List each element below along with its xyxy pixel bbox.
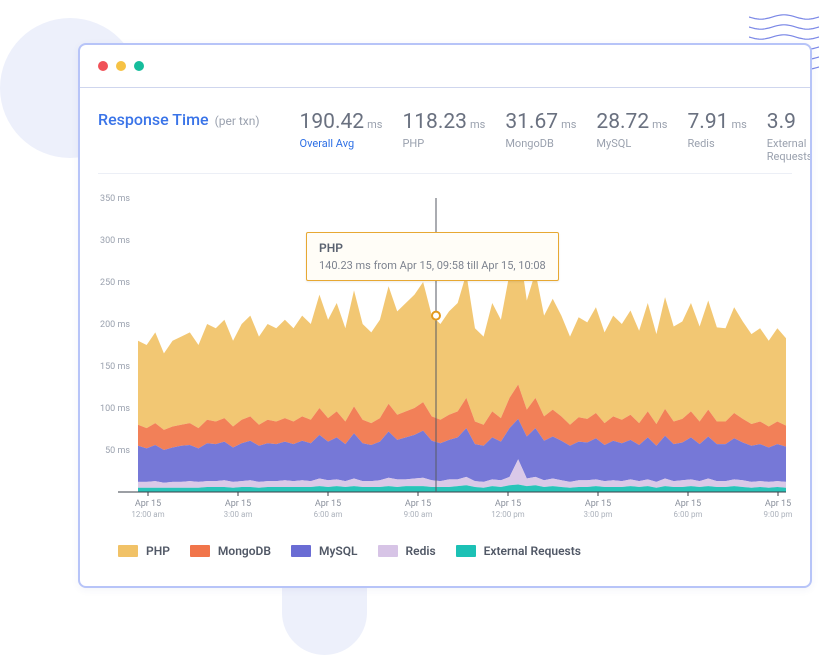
legend-label: External Requests: [484, 544, 581, 558]
stat-unit: ms: [652, 118, 667, 131]
svg-text:50 ms: 50 ms: [105, 446, 130, 456]
svg-text:250 ms: 250 ms: [100, 278, 130, 288]
stat-php: 118.23ms PHP: [402, 110, 485, 163]
svg-text:12:00 pm: 12:00 pm: [491, 510, 524, 519]
svg-text:Apr 15: Apr 15: [585, 499, 611, 509]
svg-text:Apr 15: Apr 15: [765, 499, 791, 509]
legend-item-mongodb[interactable]: MongoDB: [190, 544, 271, 558]
stat-external-requests: 3.9 External Requests: [767, 110, 812, 163]
svg-text:6:00 am: 6:00 am: [314, 510, 343, 519]
stat-label: Redis: [687, 137, 746, 150]
svg-text:12:00 am: 12:00 am: [131, 510, 164, 519]
stat-value: 28.72: [596, 110, 649, 134]
svg-text:3:00 am: 3:00 am: [224, 510, 253, 519]
legend-label: Redis: [406, 544, 436, 558]
stat-value: 3.9: [767, 110, 796, 134]
page-title: Response Time: [98, 110, 209, 129]
legend-swatch: [291, 545, 311, 557]
legend-item-php[interactable]: PHP: [118, 544, 170, 558]
legend-label: MongoDB: [218, 544, 271, 558]
legend-swatch: [118, 545, 138, 557]
svg-text:Apr 15: Apr 15: [315, 499, 341, 509]
legend-item-mysql[interactable]: MySQL: [291, 544, 358, 558]
stat-unit: ms: [367, 118, 382, 131]
svg-text:Apr 15: Apr 15: [675, 499, 701, 509]
stat-mysql: 28.72ms MySQL: [596, 110, 667, 163]
stat-value: 118.23: [402, 110, 467, 134]
window-close-icon[interactable]: [98, 61, 108, 71]
stat-value: 31.67: [505, 110, 558, 134]
stat-unit: ms: [470, 118, 485, 131]
svg-text:Apr 15: Apr 15: [225, 499, 251, 509]
svg-text:6:00 pm: 6:00 pm: [674, 510, 703, 519]
stat-value: 7.91: [687, 110, 728, 134]
stat-overall-avg[interactable]: 190.42ms Overall Avg: [300, 110, 383, 163]
stat-value: 190.42: [300, 110, 365, 134]
page-subtitle: (per txn): [215, 114, 260, 128]
tooltip-body: 140.23 ms from Apr 15, 09:58 till Apr 15…: [319, 259, 546, 272]
stat-label: MySQL: [596, 137, 667, 150]
chart-tooltip: PHP 140.23 ms from Apr 15, 09:58 till Ap…: [306, 232, 559, 281]
tooltip-title: PHP: [319, 241, 546, 255]
window-titlebar: [80, 45, 810, 88]
legend-swatch: [190, 545, 210, 557]
stat-label: MongoDB: [505, 137, 576, 150]
chart-legend: PHP MongoDB MySQL Redis External Requests: [98, 536, 792, 566]
legend-swatch: [378, 545, 398, 557]
svg-text:Apr 15: Apr 15: [405, 499, 431, 509]
svg-text:Apr 15: Apr 15: [135, 499, 161, 509]
svg-text:3:00 pm: 3:00 pm: [584, 510, 613, 519]
stat-mongodb: 31.67ms MongoDB: [505, 110, 576, 163]
svg-text:Apr 15: Apr 15: [495, 499, 521, 509]
svg-text:150 ms: 150 ms: [100, 362, 130, 372]
legend-item-external-requests[interactable]: External Requests: [456, 544, 581, 558]
stat-unit: ms: [731, 118, 746, 131]
legend-label: MySQL: [319, 544, 358, 558]
svg-text:300 ms: 300 ms: [100, 236, 130, 246]
stat-label: Overall Avg: [300, 137, 383, 150]
svg-text:200 ms: 200 ms: [100, 320, 130, 330]
svg-text:100 ms: 100 ms: [100, 404, 130, 414]
svg-text:9:00 pm: 9:00 pm: [764, 510, 792, 519]
stat-redis: 7.91ms Redis: [687, 110, 746, 163]
legend-item-redis[interactable]: Redis: [378, 544, 436, 558]
stat-label: External Requests: [767, 137, 812, 163]
window-zoom-icon[interactable]: [134, 61, 144, 71]
browser-window: Response Time (per txn) 190.42msOverall …: [78, 43, 812, 588]
stat-label: PHP: [402, 137, 485, 150]
stats-header: Response Time (per txn) 190.42msOverall …: [98, 110, 792, 174]
response-time-chart[interactable]: 350 ms 300 ms 250 ms 200 ms 150 ms 100 ms 50 m…: [98, 192, 792, 530]
stat-unit: ms: [561, 118, 576, 131]
svg-text:350 ms: 350 ms: [100, 194, 130, 204]
svg-text:9:00 am: 9:00 am: [404, 510, 433, 519]
legend-label: PHP: [146, 544, 170, 558]
window-minimize-icon[interactable]: [116, 61, 126, 71]
legend-swatch: [456, 545, 476, 557]
